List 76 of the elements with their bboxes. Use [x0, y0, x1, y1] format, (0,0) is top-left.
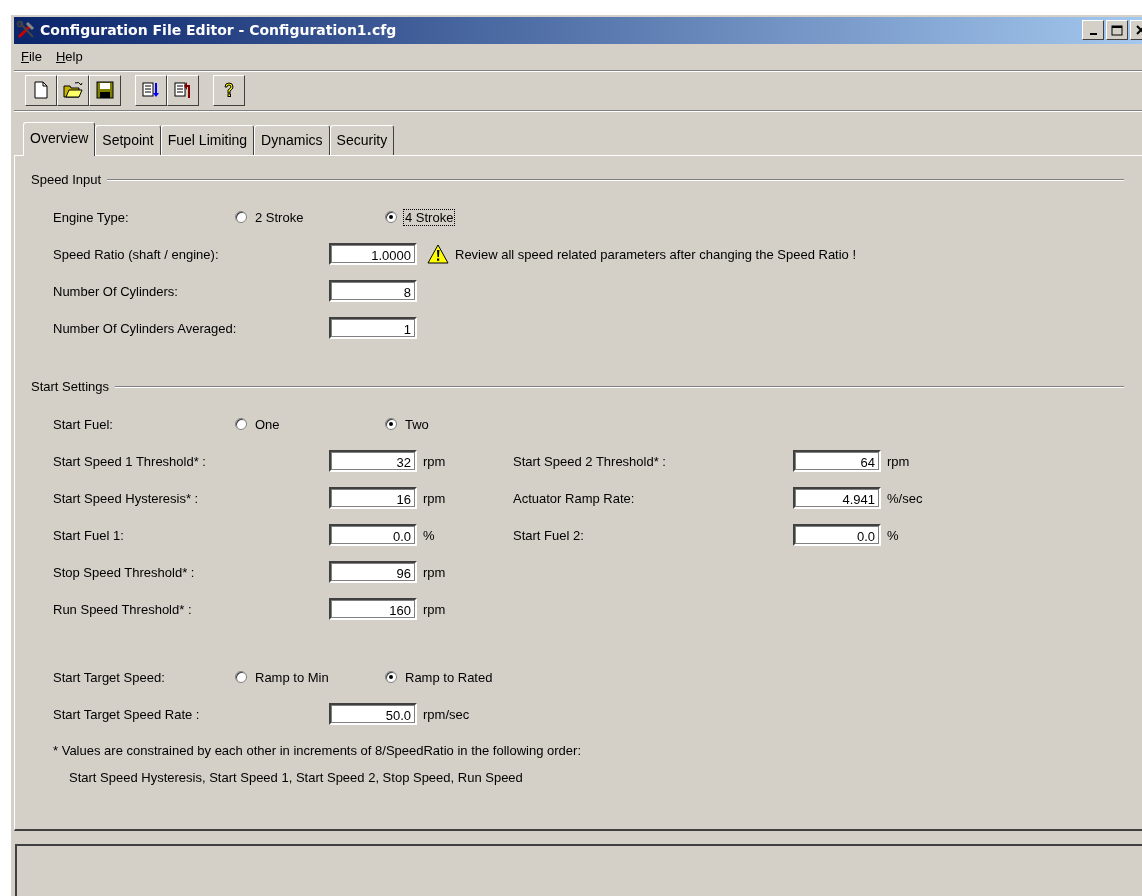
field-label: Start Target Speed Rate : [53, 706, 201, 722]
maximize-icon [1111, 24, 1123, 36]
unit-label: % [886, 527, 900, 543]
section-heading: Speed Input [31, 172, 102, 188]
field-label: Number Of Cylinders Averaged: [53, 320, 238, 336]
radio-label[interactable]: Two [403, 415, 431, 433]
field-label: Start Fuel 1: [53, 527, 125, 543]
minimize-icon [1089, 32, 1097, 35]
tab[interactable]: Overview [23, 121, 96, 156]
toolbar-button[interactable] [25, 74, 57, 106]
unit-label: %/sec [886, 490, 924, 506]
number-field[interactable]: 8 [329, 280, 417, 303]
unit-label: rpm [422, 453, 447, 469]
radio-button[interactable] [235, 211, 247, 224]
radio-button[interactable] [385, 418, 397, 431]
field-label: Start Speed 1 Threshold* : [53, 453, 207, 469]
number-field[interactable]: 0.0 [329, 524, 417, 547]
section-heading: Start Settings [31, 379, 110, 395]
tab[interactable]: Dynamics [254, 124, 330, 155]
radio-button[interactable] [235, 418, 247, 431]
field-label: Actuator Ramp Rate: [513, 490, 636, 506]
radio-label[interactable]: Ramp to Rated [403, 668, 495, 686]
unit-label: rpm [422, 564, 447, 580]
tab[interactable]: Security [329, 124, 395, 155]
radio-button[interactable] [385, 671, 397, 684]
warning-message: Review all speed related parameters after changing the Speed Ratio ! [455, 246, 857, 262]
toolbar-button[interactable] [167, 74, 199, 106]
field-label: Start Fuel: [53, 416, 114, 432]
unit-label: rpm [422, 601, 447, 617]
window-title: Configuration File Editor - Configuration1.cfg [40, 22, 397, 39]
number-field[interactable]: 16 [329, 487, 417, 510]
unit-label: rpm/sec [422, 706, 471, 722]
field-label: Start Speed 2 Threshold* : [513, 453, 667, 469]
radio-label[interactable]: 4 Stroke [403, 208, 456, 226]
number-field[interactable]: 160 [329, 598, 417, 621]
radio-button[interactable] [385, 211, 397, 224]
radio-button[interactable] [235, 671, 247, 684]
number-field[interactable]: 1.0000 [329, 243, 417, 266]
toolbar-button[interactable] [135, 74, 167, 106]
field-label: Number Of Cylinders: [53, 283, 179, 299]
footnote: * Values are constrained by each other in increments of 8/SpeedRatio in the following order: [53, 742, 582, 760]
number-field[interactable]: 32 [329, 450, 417, 473]
number-field[interactable]: 1 [329, 317, 417, 340]
radio-label[interactable]: One [253, 415, 282, 433]
warning-icon [427, 244, 449, 265]
unit-label: % [422, 527, 436, 543]
folder-icon [63, 80, 83, 101]
tab[interactable]: Setpoint [95, 124, 161, 155]
minimize-button[interactable] [1082, 20, 1104, 41]
field-label: Stop Speed Threshold* : [53, 564, 196, 580]
field-label: Start Fuel 2: [513, 527, 585, 543]
number-field[interactable]: 4.941 [793, 487, 881, 510]
unit-label: rpm [422, 490, 447, 506]
field-label: Run Speed Threshold* : [53, 601, 193, 617]
tab[interactable]: Fuel Limiting [160, 124, 255, 155]
field-label: Engine Type: [53, 209, 130, 225]
unit-label: rpm [886, 453, 911, 469]
field-label: Speed Ratio (shaft / engine): [53, 246, 220, 262]
field-label: Start Speed Hysteresis* : [53, 490, 200, 506]
menu-item[interactable]: File [21, 49, 42, 65]
radio-label[interactable]: 2 Stroke [253, 208, 306, 226]
number-field[interactable]: 50.0 [329, 703, 417, 726]
number-field[interactable]: 0.0 [793, 524, 881, 547]
footnote: Start Speed Hysteresis, Start Speed 1, Start Speed 2, Stop Speed, Run Speed [68, 769, 524, 787]
number-field[interactable]: 96 [329, 561, 417, 584]
menu-item[interactable]: Help [55, 49, 83, 65]
field-label: Start Target Speed: [53, 669, 166, 685]
page-icon [31, 80, 51, 101]
radio-label[interactable]: Ramp to Min [253, 668, 331, 686]
document-up-arrow-icon [173, 80, 193, 101]
toolbar-button[interactable] [57, 74, 89, 106]
toolbar-button[interactable] [213, 74, 245, 106]
number-field[interactable]: 64 [793, 450, 881, 473]
toolbar-button[interactable] [89, 74, 121, 106]
maximize-button[interactable] [1106, 20, 1128, 41]
tools-icon [16, 20, 36, 41]
